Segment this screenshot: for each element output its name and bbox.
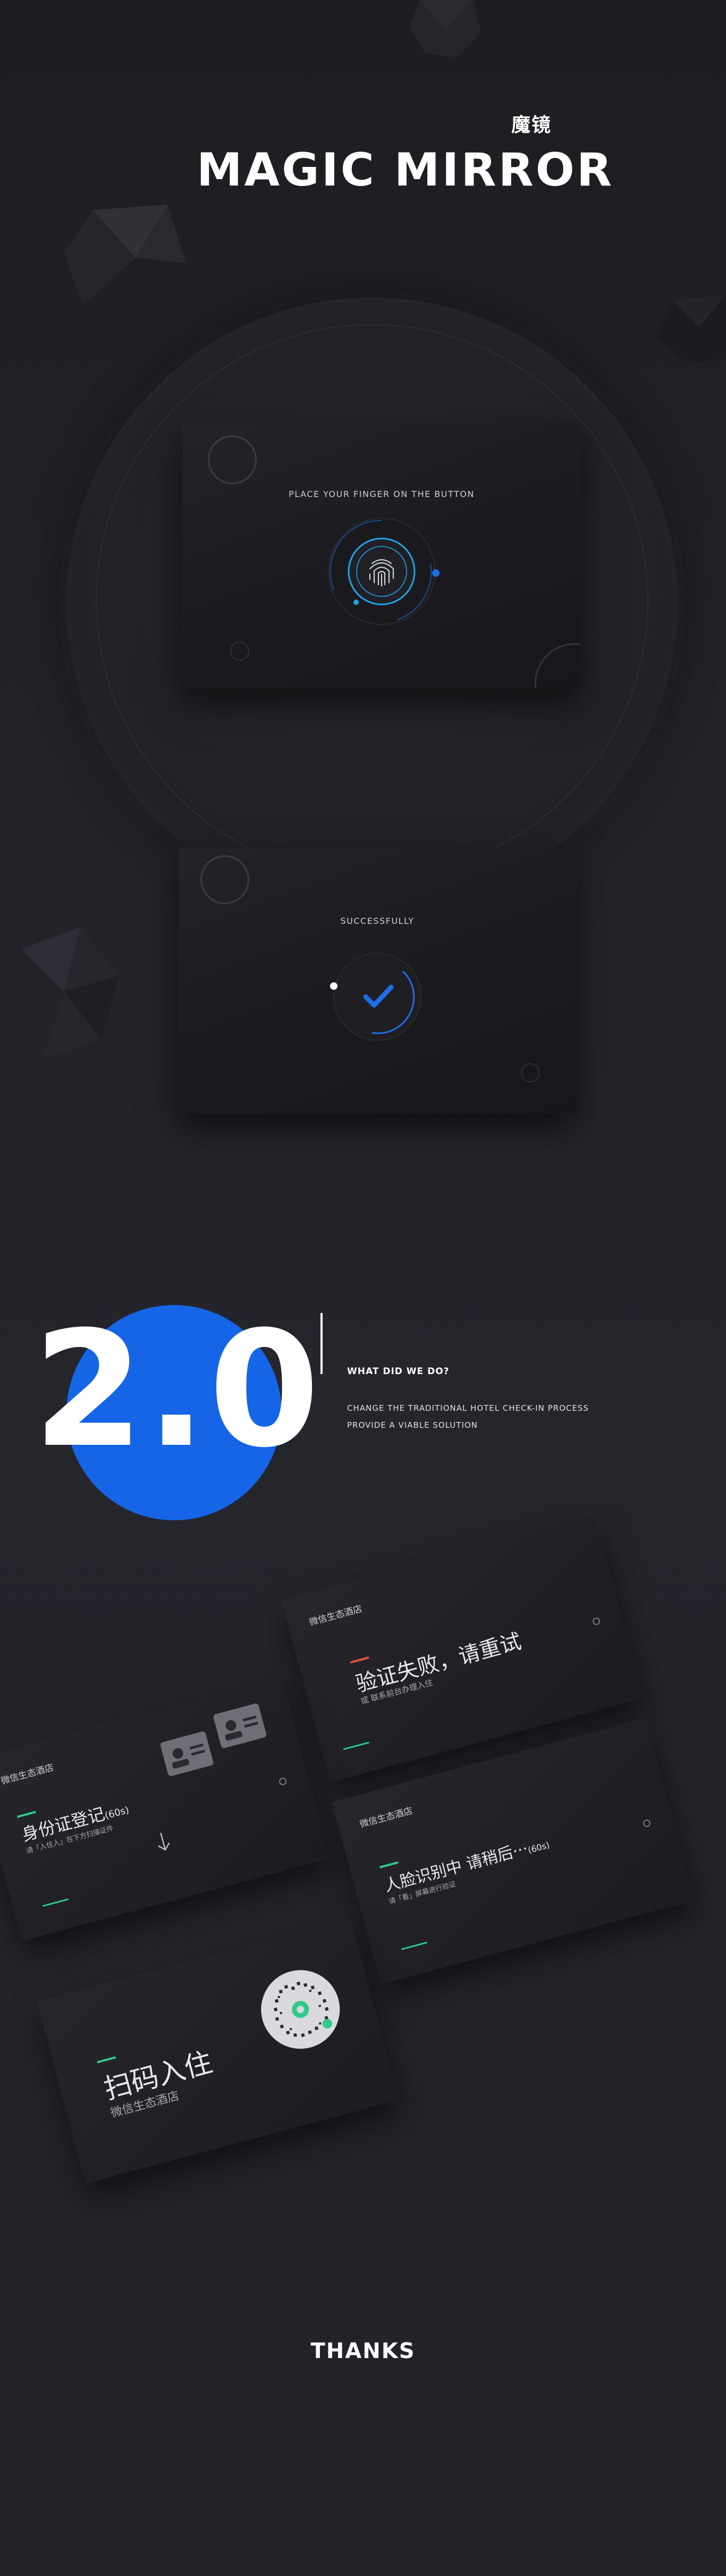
description-line-2: PROVIDE A VIABLE SOLUTION [347,1420,478,1430]
decorative-ring [592,1617,601,1626]
id-card-icon [160,1731,214,1777]
screen-caption: SUCCESSFULLY [340,916,415,926]
card-title-countdown: (60s) [103,1804,131,1822]
decorative-ring [278,1777,288,1786]
card-brand: 微信生态酒店 [358,1805,414,1830]
accent-bar-green [401,1941,428,1950]
accent-bar-green [43,1898,69,1907]
success-indicator [330,953,421,1041]
polyhedron-decoration-right [656,295,726,363]
accent-bar-green [343,1741,369,1750]
qr-code-icon[interactable] [251,1960,349,2058]
accent-bar-red [350,1656,369,1664]
divider-line [320,1313,323,1374]
arrow-down-icon [158,1832,170,1851]
polyhedron-decoration-left [0,928,120,1059]
polyhedron-decoration-top-left [64,205,186,316]
decorative-ring [230,642,249,661]
decorative-ring [200,855,249,904]
screen-caption: PLACE YOUR FINGER ON THE BUTTON [289,489,475,499]
decorative-ring [535,643,581,688]
card-scan-checkin: 扫码入住 微信生态酒店 [37,1917,399,2184]
card-brand: 微信生态酒店 [0,1762,55,1787]
description-line-1: CHANGE THE TRADITIONAL HOTEL CHECK-IN PR… [347,1403,589,1413]
fingerprint-screen: PLACE YOUR FINGER ON THE BUTTON [182,423,581,688]
title-english: MAGIC MIRROR [197,144,614,197]
version-number: 2.0 [33,1297,322,1483]
success-screen: SUCCESSFULLY [178,848,577,1114]
accent-bar-green [16,1811,36,1818]
id-card-back-icon [213,1703,267,1748]
accent-bar-green [97,2056,116,2064]
title-chinese: 魔镜 [511,114,552,136]
card-title: 验证失败，请重试 [353,1629,524,1697]
fingerprint-button[interactable] [318,516,445,627]
section-heading: WHAT DID WE DO? [347,1366,450,1377]
thanks-text: THANKS [310,2339,416,2363]
decorative-ring [521,1063,540,1082]
card-id-registration: 微信生态酒店 身份证登记(60s) 请「入住人」在下方扫描证件 [0,1676,330,1941]
accent-bar-green [379,1861,399,1868]
card-title: 人脸识别中 请稍后···(60s) [381,1830,551,1896]
card-title-countdown: (60s) [527,1840,551,1856]
decorative-ring [642,1819,652,1828]
polyhedron-decoration-top-center [409,0,481,57]
decorative-ring [208,435,257,484]
card-brand: 微信生态酒店 [308,1603,364,1628]
